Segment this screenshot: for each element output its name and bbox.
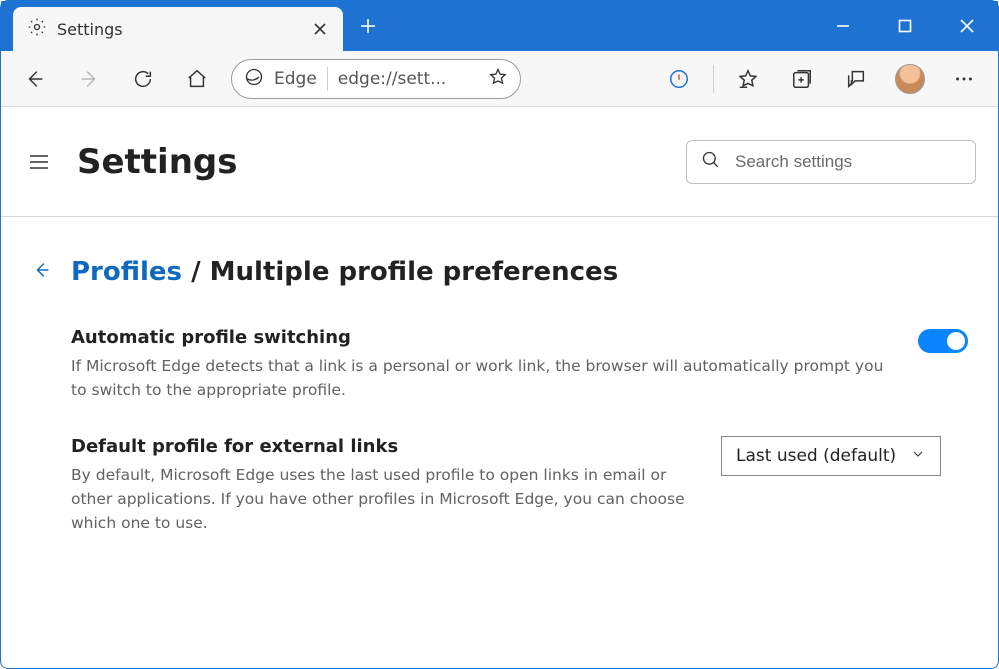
settings-header: Settings bbox=[1, 107, 998, 217]
address-brand: Edge bbox=[274, 69, 317, 89]
breadcrumb: Profiles / Multiple profile preferences bbox=[31, 257, 968, 287]
address-bar[interactable]: Edge edge://sett... bbox=[231, 59, 521, 99]
setting-automatic-profile-switching: Automatic profile switching If Microsoft… bbox=[31, 327, 968, 402]
minimize-button[interactable] bbox=[812, 1, 874, 51]
search-icon bbox=[701, 150, 721, 174]
breadcrumb-parent-link[interactable]: Profiles bbox=[71, 257, 182, 287]
hamburger-menu-button[interactable] bbox=[23, 146, 55, 178]
browser-tab[interactable]: Settings bbox=[13, 7, 343, 51]
address-url: edge://sett... bbox=[338, 69, 478, 89]
tab-title: Settings bbox=[57, 20, 301, 39]
edge-logo-icon bbox=[244, 67, 264, 91]
settings-content: Profiles / Multiple profile preferences … bbox=[1, 217, 998, 668]
close-tab-button[interactable] bbox=[311, 20, 329, 38]
page-title: Settings bbox=[77, 142, 238, 182]
maximize-button[interactable] bbox=[874, 1, 936, 51]
chevron-down-icon bbox=[910, 446, 926, 467]
breadcrumb-separator: / bbox=[182, 257, 210, 287]
star-icon[interactable] bbox=[488, 67, 508, 91]
window-titlebar: Settings bbox=[1, 1, 998, 51]
refresh-button[interactable] bbox=[123, 59, 163, 99]
setting-title: Default profile for external links bbox=[71, 436, 691, 457]
setting-default-profile-external-links: Default profile for external links By de… bbox=[31, 436, 968, 535]
dropdown-selected-value: Last used (default) bbox=[736, 446, 896, 466]
breadcrumb-current: Multiple profile preferences bbox=[210, 257, 619, 287]
feedback-button[interactable] bbox=[836, 59, 876, 99]
default-profile-dropdown[interactable]: Last used (default) bbox=[721, 436, 941, 476]
browser-toolbar: Edge edge://sett... bbox=[1, 51, 998, 107]
close-window-button[interactable] bbox=[936, 1, 998, 51]
tracking-prevention-icon[interactable] bbox=[659, 59, 699, 99]
breadcrumb-back-button[interactable] bbox=[31, 259, 53, 285]
address-divider bbox=[327, 67, 328, 91]
setting-description: By default, Microsoft Edge uses the last… bbox=[71, 463, 691, 535]
toolbar-divider bbox=[713, 65, 714, 93]
more-menu-button[interactable] bbox=[944, 59, 984, 99]
window-controls bbox=[812, 1, 998, 51]
search-settings[interactable] bbox=[686, 140, 976, 184]
forward-button bbox=[69, 59, 109, 99]
gear-icon bbox=[27, 17, 47, 41]
profile-avatar[interactable] bbox=[890, 59, 930, 99]
collections-button[interactable] bbox=[782, 59, 822, 99]
setting-title: Automatic profile switching bbox=[71, 327, 888, 348]
search-input[interactable] bbox=[733, 151, 961, 173]
setting-description: If Microsoft Edge detects that a link is… bbox=[71, 354, 888, 402]
favorites-button[interactable] bbox=[728, 59, 768, 99]
automatic-profile-switching-toggle[interactable] bbox=[918, 329, 968, 353]
back-button[interactable] bbox=[15, 59, 55, 99]
home-button[interactable] bbox=[177, 59, 217, 99]
new-tab-button[interactable] bbox=[343, 1, 393, 51]
